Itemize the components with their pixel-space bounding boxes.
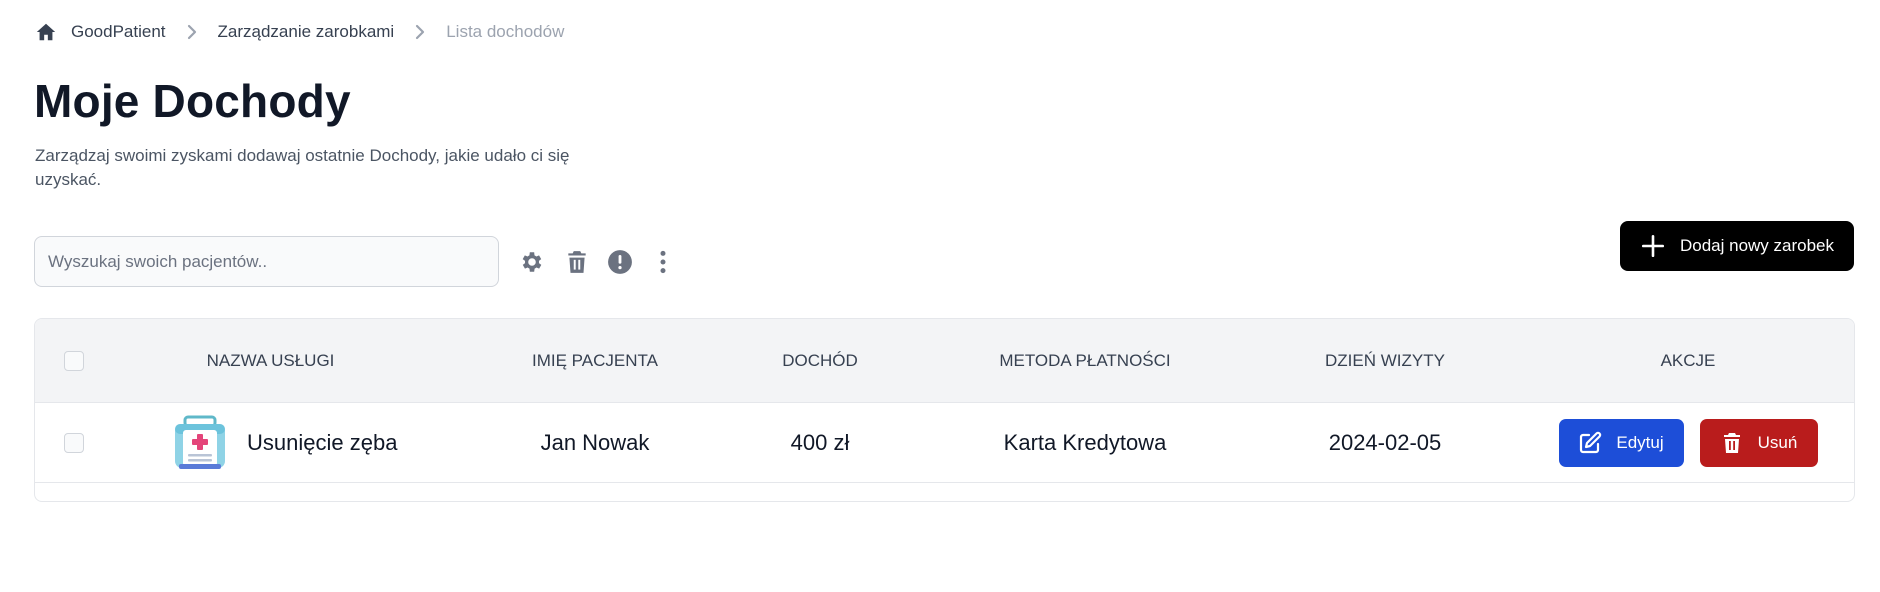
patient-name: Jan Nowak <box>540 430 650 455</box>
breadcrumb-home-link[interactable]: GoodPatient <box>35 21 166 43</box>
gear-icon[interactable] <box>518 248 546 276</box>
table-row: Usunięcie zęba Jan Nowak 400 zł Karta Kr… <box>35 403 1854 483</box>
edit-button[interactable]: Edytuj <box>1558 419 1684 467</box>
add-income-button-label: Dodaj nowy zarobek <box>1679 236 1835 255</box>
breadcrumb-item-income-list: Lista dochodów <box>446 22 565 41</box>
column-header-service[interactable]: Nazwa usługi <box>113 319 428 403</box>
delete-button[interactable]: Usuń <box>1699 419 1818 467</box>
breadcrumb-item-earnings-management[interactable]: Zarządzanie zarobkami <box>218 22 395 42</box>
page-description: Zarządzaj swoimi zyskami dodawaj ostatni… <box>35 146 570 189</box>
row-checkbox-cell <box>35 403 113 483</box>
table-header: Nazwa usługi Imię pacjenta Dochód Metoda… <box>35 319 1854 403</box>
page-title: Moje Dochody <box>34 75 351 127</box>
chevron-right-icon <box>410 22 430 42</box>
trash-icon <box>1723 433 1740 453</box>
chevron-right-icon <box>182 22 202 42</box>
plus-icon <box>1641 234 1665 258</box>
actions-cell: Edytuj Usuń <box>1555 403 1821 483</box>
column-header-payment-method[interactable]: Metoda płatności <box>935 319 1235 403</box>
service-cell: Usunięcie zęba <box>171 403 491 483</box>
search-input[interactable] <box>34 236 499 287</box>
header-checkbox-cell <box>35 319 113 403</box>
column-header-income[interactable]: Dochód <box>735 319 905 403</box>
exclamation-circle-icon[interactable] <box>606 248 634 276</box>
dots-vertical-icon[interactable] <box>649 248 677 276</box>
edit-icon <box>1580 431 1602 454</box>
select-all-checkbox[interactable] <box>64 351 84 371</box>
income-amount: 400 zł <box>790 430 850 455</box>
breadcrumb-item-goodpatient: GoodPatient <box>71 22 166 41</box>
column-header-actions: Akcje <box>1660 351 1716 370</box>
row-checkbox[interactable] <box>64 433 84 453</box>
service-name: Usunięcie zęba <box>247 430 398 455</box>
trash-icon[interactable] <box>563 248 591 276</box>
income-table: Nazwa usługi Imię pacjenta Dochód Metoda… <box>34 318 1855 502</box>
visit-date: 2024-02-05 <box>1328 430 1442 455</box>
delete-button-label: Usuń <box>1757 433 1798 452</box>
payment-method: Karta Kredytowa <box>1003 430 1167 455</box>
add-income-button[interactable]: Dodaj nowy zarobek <box>1620 221 1854 271</box>
medical-kit-icon <box>175 415 225 469</box>
column-header-visit-date[interactable]: Dzień wizyty <box>1255 319 1515 403</box>
breadcrumb: GoodPatient Zarządzanie zarobkami Lista … <box>35 20 564 44</box>
edit-button-label: Edytuj <box>1616 433 1664 452</box>
home-icon <box>36 23 56 41</box>
column-header-patient[interactable]: Imię pacjenta <box>485 319 705 403</box>
